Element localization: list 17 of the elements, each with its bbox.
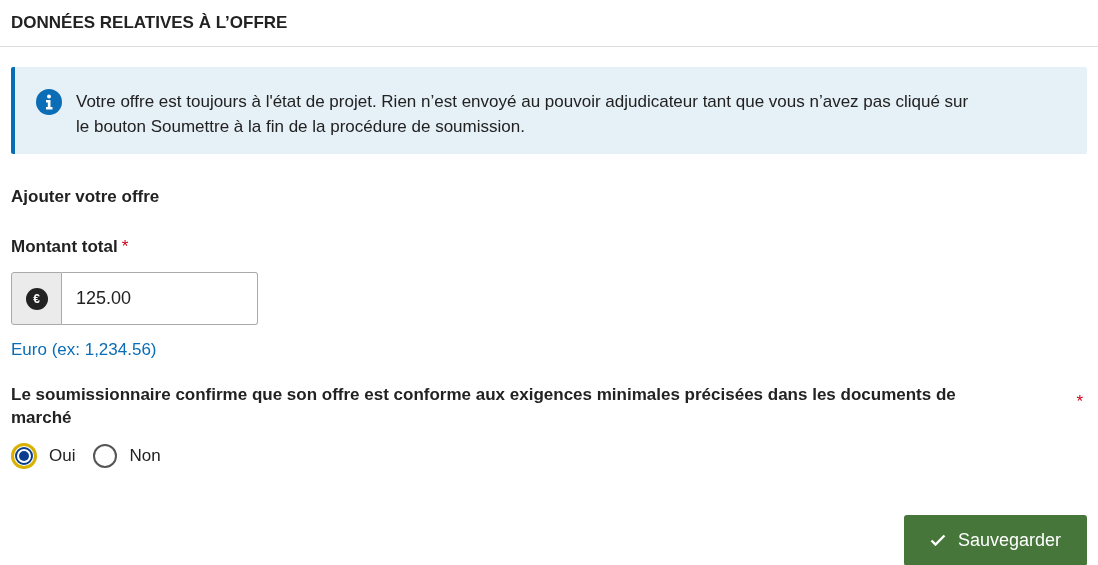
radio-label[interactable]: Oui [49, 442, 76, 469]
field-hint: Euro (ex: 1,234.56) [11, 339, 158, 361]
info-icon [36, 89, 62, 115]
field-label: Montant total [11, 235, 118, 258]
radio-button[interactable] [93, 443, 118, 468]
radio-button[interactable] [11, 442, 37, 469]
required-mark: * [1076, 390, 1083, 413]
info-message: Votre offre est toujours à l'état de projet. Rien n’est envoyé au pouvoir adjudicateur tant que vous n’avez pas cliqué sur le bouton Soumettre à la fin de la procédure de soumission. [76, 91, 970, 138]
radio-label[interactable]: Non [129, 442, 161, 469]
amount-field[interactable]: 125.00 [62, 272, 258, 325]
question-label: Le soumissionnaire confirme que son offre est conforme aux exigences minimales précisées dans les documents de marché [11, 383, 957, 429]
section-title: DONNÉES RELATIVES À L’OFFRE [11, 12, 288, 35]
save-button[interactable]: Sauvegarder [904, 514, 1087, 565]
checkmark-icon [929, 534, 946, 546]
required-mark: * [121, 235, 129, 258]
euro-icon: € [25, 287, 48, 310]
form-subtitle: Ajouter votre offre [11, 186, 161, 208]
